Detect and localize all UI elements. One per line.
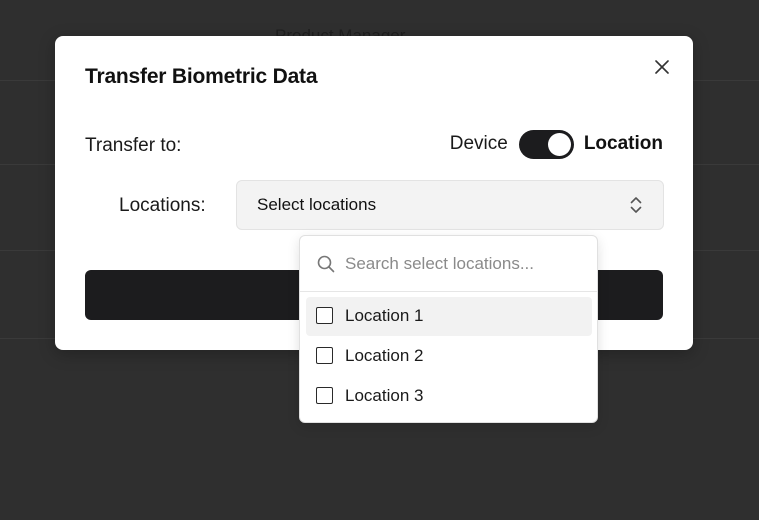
location-option[interactable]: Location 3	[306, 377, 592, 416]
location-option-label: Location 3	[345, 386, 424, 405]
locations-label: Locations:	[119, 195, 206, 216]
location-search-input[interactable]	[345, 250, 580, 278]
device-location-toggle[interactable]	[518, 129, 574, 159]
dropdown-search-row	[300, 236, 597, 292]
location-option[interactable]: Location 2	[306, 337, 592, 376]
toggle-knob	[547, 132, 571, 156]
location-checkbox[interactable]	[316, 307, 333, 324]
close-icon	[655, 60, 669, 74]
select-placeholder: Select locations	[257, 195, 377, 214]
location-option-label: Location 1	[345, 306, 424, 325]
transfer-to-label: Transfer to:	[85, 135, 182, 156]
search-icon	[317, 255, 335, 273]
close-button[interactable]	[651, 56, 673, 78]
locations-select[interactable]: Select locations	[236, 180, 664, 230]
toggle-device-label: Device	[449, 133, 508, 154]
location-checkbox[interactable]	[316, 347, 333, 364]
location-option[interactable]: Location 1	[306, 297, 592, 336]
location-option-label: Location 2	[345, 346, 424, 365]
toggle-location-label: Location	[583, 133, 663, 154]
location-checkbox[interactable]	[316, 387, 333, 404]
modal-title: Transfer Biometric Data	[85, 65, 318, 88]
locations-dropdown: Location 1 Location 2 Location 3	[299, 235, 598, 423]
transfer-toggle-group: Device Location	[450, 129, 663, 159]
chevron-up-down-icon	[630, 197, 642, 213]
